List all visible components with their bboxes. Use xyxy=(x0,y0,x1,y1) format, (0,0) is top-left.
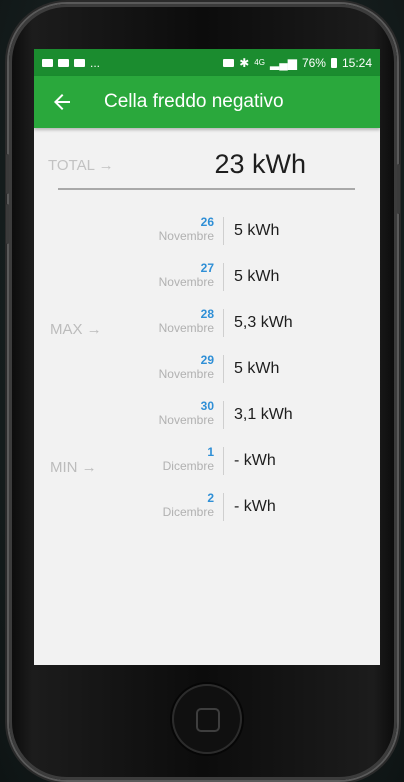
row-month: Dicembre xyxy=(162,505,214,519)
row-value: 5 kWh xyxy=(234,268,280,285)
list-item: 29 Novembre 5 kWh xyxy=(34,351,380,397)
power-button xyxy=(397,164,400,214)
row-value: 3,1 kWh xyxy=(234,406,293,423)
volume-button xyxy=(6,154,9,194)
list-item: 30 Novembre 3,1 kWh xyxy=(34,397,380,443)
row-value: 5,3 kWh xyxy=(234,314,293,331)
bluetooth-icon: ✱ xyxy=(239,55,250,70)
cast-icon xyxy=(223,58,235,67)
row-day: 28 xyxy=(200,307,214,321)
row-value: 5 kWh xyxy=(234,360,280,377)
battery-percent: 76% xyxy=(301,55,326,70)
row-separator xyxy=(223,493,224,521)
list-item: MIN → 1 Dicembre - kWh xyxy=(34,443,380,489)
screen: ... ✱ 4G ▂▄▆ 76% 15:24 Cella freddo nega… xyxy=(34,49,380,665)
row-month: Novembre xyxy=(158,413,214,427)
list-item: MAX → 28 Novembre 5,3 kWh xyxy=(34,305,380,351)
row-date: 30 Novembre xyxy=(159,399,214,427)
row-month: Novembre xyxy=(158,229,214,243)
total-label: TOTAL → xyxy=(48,157,114,174)
row-separator xyxy=(223,217,224,245)
notification-dots: ... xyxy=(90,55,101,70)
total-value: 23 kWh xyxy=(214,149,306,179)
row-separator xyxy=(223,355,224,383)
min-label: MIN → xyxy=(50,459,97,476)
home-button[interactable] xyxy=(172,684,242,754)
back-arrow-icon[interactable] xyxy=(50,90,74,114)
status-bar: ... ✱ 4G ▂▄▆ 76% 15:24 xyxy=(34,49,380,76)
list-item: 27 Novembre 5 kWh xyxy=(34,259,380,305)
app-bar: Cella freddo negativo xyxy=(34,76,380,128)
row-separator xyxy=(223,447,224,475)
row-date: 1 Dicembre xyxy=(163,445,214,473)
row-date: 26 Novembre xyxy=(159,215,214,243)
row-day: 2 xyxy=(207,491,214,505)
row-separator xyxy=(223,401,224,429)
page-title: Cella freddo negativo xyxy=(104,91,284,112)
row-day: 30 xyxy=(200,399,214,413)
divider xyxy=(58,188,355,190)
row-date: 28 Novembre xyxy=(159,307,214,335)
home-square-icon xyxy=(196,708,220,732)
network-label: 4G xyxy=(254,58,265,67)
row-date: 27 Novembre xyxy=(159,261,214,289)
row-value: - kWh xyxy=(234,452,276,469)
signal-icon: ▂▄▆ xyxy=(269,55,297,70)
row-day: 29 xyxy=(200,353,214,367)
total-row: TOTAL → 23 kWh xyxy=(48,149,358,189)
row-date: 2 Dicembre xyxy=(163,491,214,519)
row-month: Novembre xyxy=(158,321,214,335)
list-item: 2 Dicembre - kWh xyxy=(34,489,380,535)
row-month: Novembre xyxy=(158,275,214,289)
mail-icon xyxy=(58,58,69,67)
list-item: 26 Novembre 5 kWh xyxy=(34,213,380,259)
video-icon xyxy=(42,58,53,67)
row-day: 27 xyxy=(200,261,214,275)
row-value: - kWh xyxy=(234,498,276,515)
row-separator xyxy=(223,263,224,291)
volume-button xyxy=(6,204,9,244)
max-label: MAX → xyxy=(50,321,102,338)
row-day: 26 xyxy=(200,215,214,229)
image-icon xyxy=(74,58,85,67)
row-value: 5 kWh xyxy=(234,222,280,239)
row-month: Dicembre xyxy=(162,459,214,473)
clock: 15:24 xyxy=(341,55,372,70)
battery-icon xyxy=(330,57,337,68)
row-separator xyxy=(223,309,224,337)
row-month: Novembre xyxy=(158,367,214,381)
row-date: 29 Novembre xyxy=(159,353,214,381)
daily-list: 26 Novembre 5 kWh 27 Novembre 5 kWh MAX … xyxy=(34,213,380,535)
row-day: 1 xyxy=(207,445,214,459)
